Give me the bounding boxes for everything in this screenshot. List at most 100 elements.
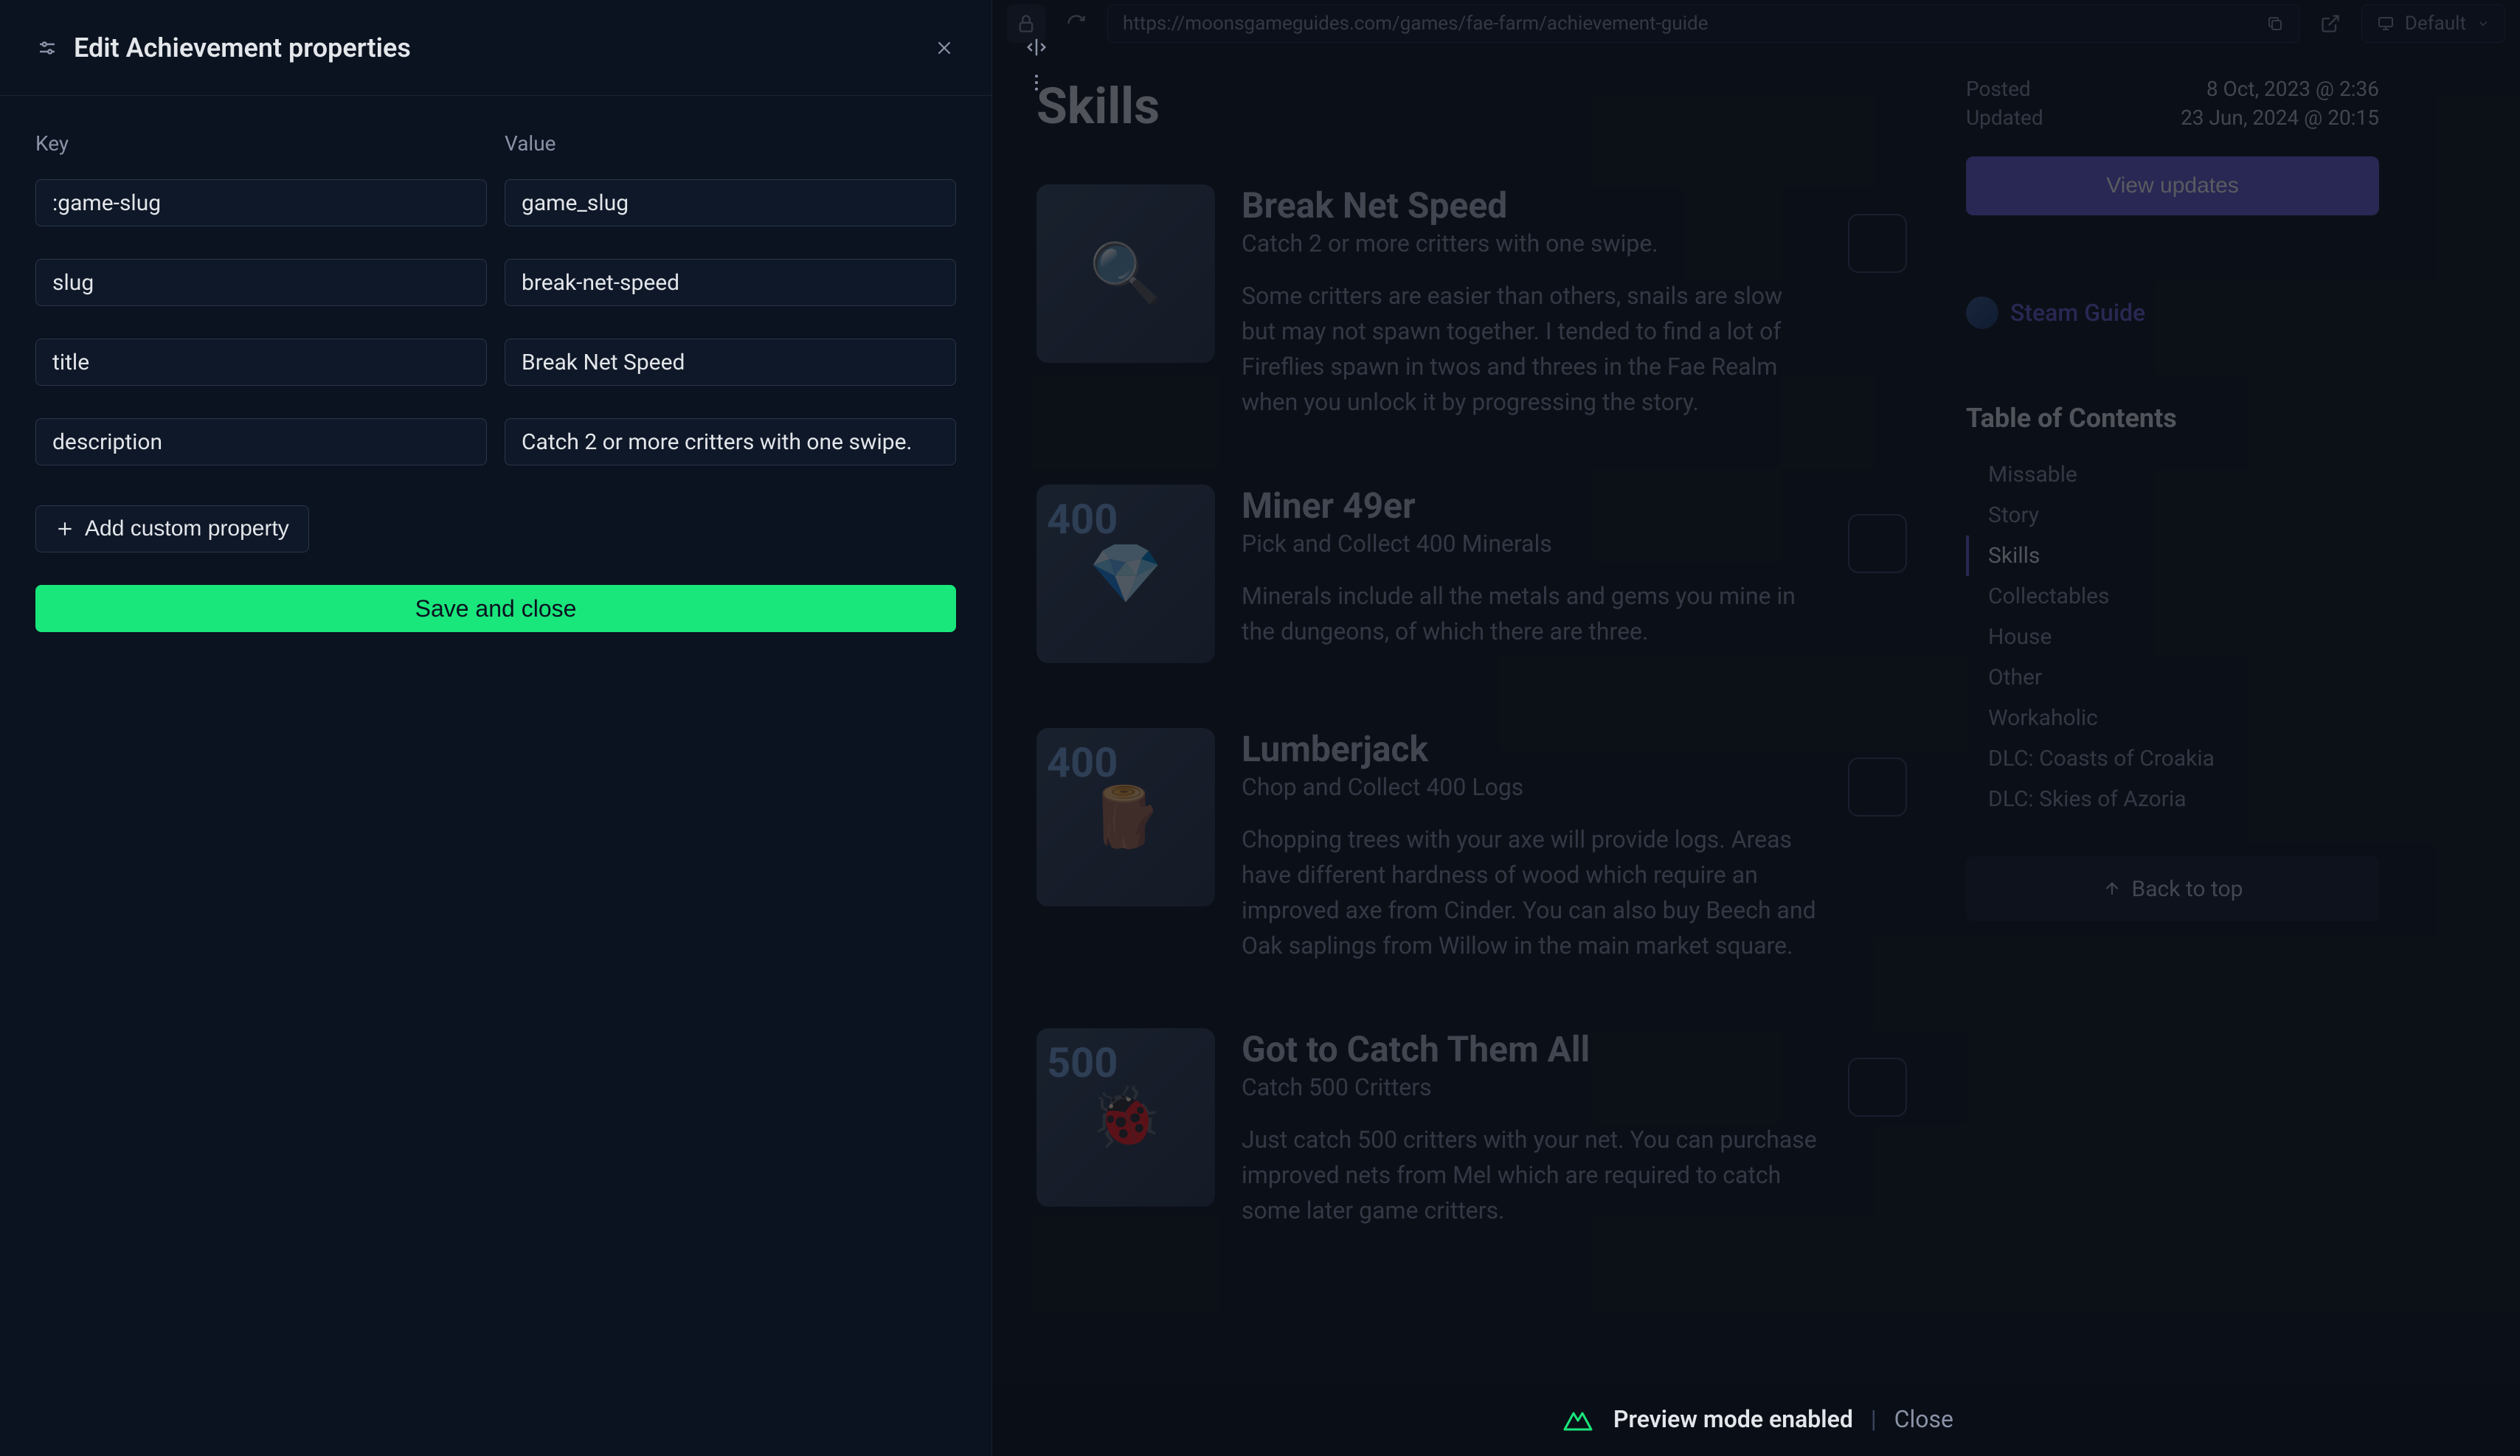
achievement-title: Break Net Speed — [1242, 184, 1821, 226]
nuxt-icon — [1559, 1406, 1596, 1432]
toc-item[interactable]: Skills — [1966, 535, 2379, 576]
more-options-button[interactable] — [1019, 65, 1054, 100]
viewport-label: Default — [2405, 13, 2466, 35]
meta-label: Posted — [1966, 77, 2031, 101]
preview-divider: | — [1871, 1405, 1877, 1433]
meta-updated: Updated 23 Jun, 2024 @ 20:15 — [1966, 105, 2379, 130]
toc-item[interactable]: Other — [1966, 657, 2379, 698]
toc-item[interactable]: DLC: Coasts of Croakia — [1966, 738, 2379, 779]
url-bar[interactable]: https://moonsgameguides.com/games/fae-fa… — [1107, 4, 2299, 43]
steam-guide-label: Steam Guide — [2010, 299, 2145, 327]
achievement-card: 400 💎 Miner 49er Pick and Collect 400 Mi… — [1036, 462, 1907, 706]
toc-item[interactable]: House — [1966, 617, 2379, 657]
achievement-icon: 500 🐞 — [1036, 1028, 1215, 1207]
browser-toolbar: https://moonsgameguides.com/games/fae-fa… — [992, 0, 2520, 47]
meta-label: Updated — [1966, 105, 2043, 130]
chevron-down-icon — [2476, 17, 2490, 30]
steam-guide-link[interactable]: Steam Guide — [1966, 297, 2379, 329]
achievement-checkbox[interactable] — [1848, 758, 1907, 817]
steam-icon — [1966, 297, 1998, 329]
plus-icon — [55, 519, 75, 538]
viewport-select[interactable]: Default — [2361, 4, 2505, 43]
achievement-icon: 400 💎 — [1036, 485, 1215, 663]
property-row — [35, 179, 956, 226]
achievement-description: Some critters are easier than others, sn… — [1242, 278, 1821, 420]
toc-item[interactable]: DLC: Skies of Azoria — [1966, 779, 2379, 819]
toc-list: MissableStorySkillsCollectablesHouseOthe… — [1966, 454, 2379, 819]
panel-title: Edit Achievement properties — [74, 32, 918, 63]
toc-item[interactable]: Story — [1966, 495, 2379, 535]
achievement-text: Miner 49er Pick and Collect 400 Minerals… — [1242, 485, 1821, 649]
toc-item[interactable]: Missable — [1966, 454, 2379, 495]
property-value-input[interactable] — [505, 179, 956, 226]
preview-text: Preview mode enabled — [1613, 1405, 1853, 1433]
property-value-input[interactable] — [505, 418, 956, 465]
copy-icon[interactable] — [2266, 15, 2284, 32]
achievement-badge: 400 — [1047, 738, 1118, 787]
achievement-text: Got to Catch Them All Catch 500 Critters… — [1242, 1028, 1821, 1228]
property-key-input[interactable] — [35, 339, 487, 386]
arrow-up-icon — [2102, 879, 2122, 898]
toc-title: Table of Contents — [1966, 403, 2379, 434]
achievement-description: Just catch 500 critters with your net. Y… — [1242, 1122, 1821, 1228]
section-title: Skills — [1036, 77, 1907, 136]
achievement-subtitle: Catch 500 Critters — [1242, 1073, 1821, 1101]
achievement-text: Break Net Speed Catch 2 or more critters… — [1242, 184, 1821, 420]
refresh-button[interactable] — [1057, 4, 1095, 43]
achievement-checkbox[interactable] — [1848, 1058, 1907, 1117]
preview-panel: https://moonsgameguides.com/games/fae-fa… — [992, 0, 2520, 1456]
main-content: Skills 🔍 Break Net Speed Catch 2 or more… — [1036, 77, 1907, 1353]
view-updates-button[interactable]: View updates — [1966, 156, 2379, 215]
achievement-description: Minerals include all the metals and gems… — [1242, 578, 1821, 649]
property-key-input[interactable] — [35, 259, 487, 306]
achievement-card: 500 🐞 Got to Catch Them All Catch 500 Cr… — [1036, 1006, 1907, 1271]
open-external-button[interactable] — [2311, 4, 2350, 43]
achievement-title: Lumberjack — [1242, 728, 1821, 770]
center-panels-button[interactable] — [1019, 30, 1054, 65]
achievement-subtitle: Pick and Collect 400 Minerals — [1242, 530, 1821, 558]
sliders-icon — [35, 36, 59, 60]
url-text: https://moonsgameguides.com/games/fae-fa… — [1123, 13, 2256, 35]
close-panel-button[interactable] — [932, 36, 956, 60]
refresh-icon — [1066, 13, 1087, 34]
divider-controls — [1019, 30, 1054, 100]
achievement-description: Chopping trees with your axe will provid… — [1242, 822, 1821, 963]
toc-item[interactable]: Collectables — [1966, 576, 2379, 617]
toc-item[interactable]: Workaholic — [1966, 698, 2379, 738]
achievement-text: Lumberjack Chop and Collect 400 Logs Cho… — [1242, 728, 1821, 963]
properties-panel: Edit Achievement properties Key Value — [0, 0, 992, 1456]
achievement-badge: 400 — [1047, 495, 1118, 544]
content-area: Skills 🔍 Break Net Speed Catch 2 or more… — [992, 47, 2520, 1382]
achievement-checkbox[interactable] — [1848, 214, 1907, 273]
panel-header: Edit Achievement properties — [0, 0, 991, 96]
monitor-icon — [2377, 15, 2395, 32]
back-to-top-button[interactable]: Back to top — [1966, 856, 2379, 921]
add-property-button[interactable]: Add custom property — [35, 505, 309, 552]
property-row — [35, 259, 956, 306]
achievement-icon: 400 🪵 — [1036, 728, 1215, 906]
property-row — [35, 418, 956, 465]
right-sidebar: Posted 8 Oct, 2023 @ 2:36 Updated 23 Jun… — [1966, 77, 2379, 1353]
achievement-subtitle: Catch 2 or more critters with one swipe. — [1242, 229, 1821, 257]
achievement-title: Got to Catch Them All — [1242, 1028, 1821, 1070]
key-header: Key — [35, 131, 487, 156]
property-value-input[interactable] — [505, 259, 956, 306]
headers-row: Key Value — [35, 131, 956, 156]
property-value-input[interactable] — [505, 339, 956, 386]
achievement-title: Miner 49er — [1242, 485, 1821, 527]
property-key-input[interactable] — [35, 179, 487, 226]
achievement-checkbox[interactable] — [1848, 514, 1907, 573]
external-icon — [2320, 13, 2341, 34]
add-property-label: Add custom property — [85, 516, 289, 541]
meta-posted: Posted 8 Oct, 2023 @ 2:36 — [1966, 77, 2379, 101]
achievement-badge: 500 — [1047, 1039, 1118, 1087]
panel-body: Key Value A — [0, 96, 991, 668]
property-key-input[interactable] — [35, 418, 487, 465]
value-header: Value — [505, 131, 956, 156]
achievement-card: 🔍 Break Net Speed Catch 2 or more critte… — [1036, 162, 1907, 462]
property-row — [35, 339, 956, 386]
meta-value: 23 Jun, 2024 @ 20:15 — [2181, 105, 2379, 130]
preview-close-button[interactable]: Close — [1894, 1405, 1953, 1433]
achievement-icon: 🔍 — [1036, 184, 1215, 363]
save-button[interactable]: Save and close — [35, 585, 956, 632]
